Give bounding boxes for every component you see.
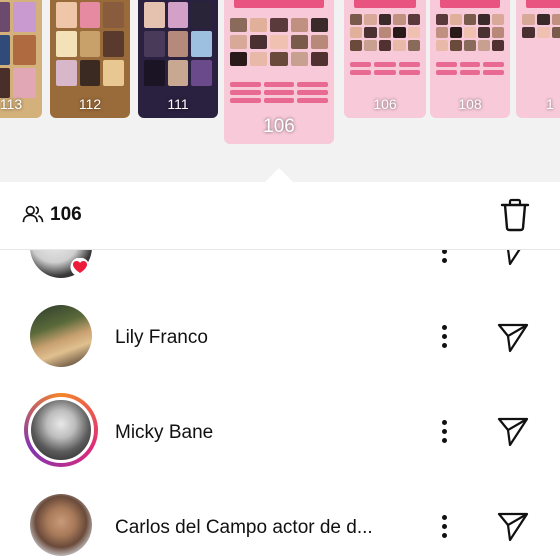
selection-pointer	[265, 168, 293, 182]
send-icon[interactable]	[496, 510, 530, 542]
viewer-row[interactable]: Lily Franco	[0, 292, 560, 382]
story-thumbnail[interactable]: 106	[344, 0, 426, 118]
story-viewer-count: 111	[167, 96, 189, 112]
people-icon	[22, 205, 44, 223]
avatar-story-ring[interactable]	[24, 393, 98, 467]
story-viewer-count: 112	[78, 96, 102, 112]
heart-icon	[70, 258, 90, 276]
story-thumbnail[interactable]: 108	[430, 0, 510, 118]
story-viewer-count: 108	[458, 96, 482, 112]
more-icon[interactable]	[440, 515, 448, 541]
viewer-name[interactable]: Micky Bane	[115, 422, 213, 444]
story-thumbnail-selected[interactable]: 106	[224, 0, 334, 144]
more-icon[interactable]	[440, 250, 448, 266]
story-thumbnail[interactable]: 111	[138, 0, 218, 118]
send-icon[interactable]	[496, 250, 530, 266]
story-thumbnail[interactable]: 113	[0, 0, 42, 118]
story-viewer-count: 1	[546, 96, 554, 112]
more-icon[interactable]	[440, 420, 448, 446]
more-icon[interactable]	[440, 325, 448, 351]
story-strip: 113 112 111 106 106 108 1	[0, 0, 560, 182]
send-icon[interactable]	[496, 321, 530, 353]
story-viewer-count: 106	[263, 116, 295, 137]
story-viewer-count: 113	[0, 96, 23, 112]
trash-icon[interactable]	[500, 198, 530, 232]
avatar	[28, 397, 94, 463]
story-thumbnail[interactable]: 1	[516, 0, 560, 118]
story-viewer-count: 106	[373, 96, 397, 112]
avatar	[30, 494, 92, 556]
viewers-header: 106	[0, 182, 560, 250]
story-thumbnail[interactable]: 112	[50, 0, 130, 118]
viewer-row[interactable]: Carlos del Campo actor de d...	[0, 480, 560, 560]
viewer-name[interactable]: Carlos del Campo actor de d...	[115, 517, 373, 539]
viewer-name[interactable]: Lily Franco	[115, 327, 208, 349]
send-icon[interactable]	[496, 415, 530, 447]
viewer-count: 106	[50, 204, 82, 225]
avatar	[30, 305, 92, 367]
viewer-row[interactable]: Micky Bane	[0, 385, 560, 475]
